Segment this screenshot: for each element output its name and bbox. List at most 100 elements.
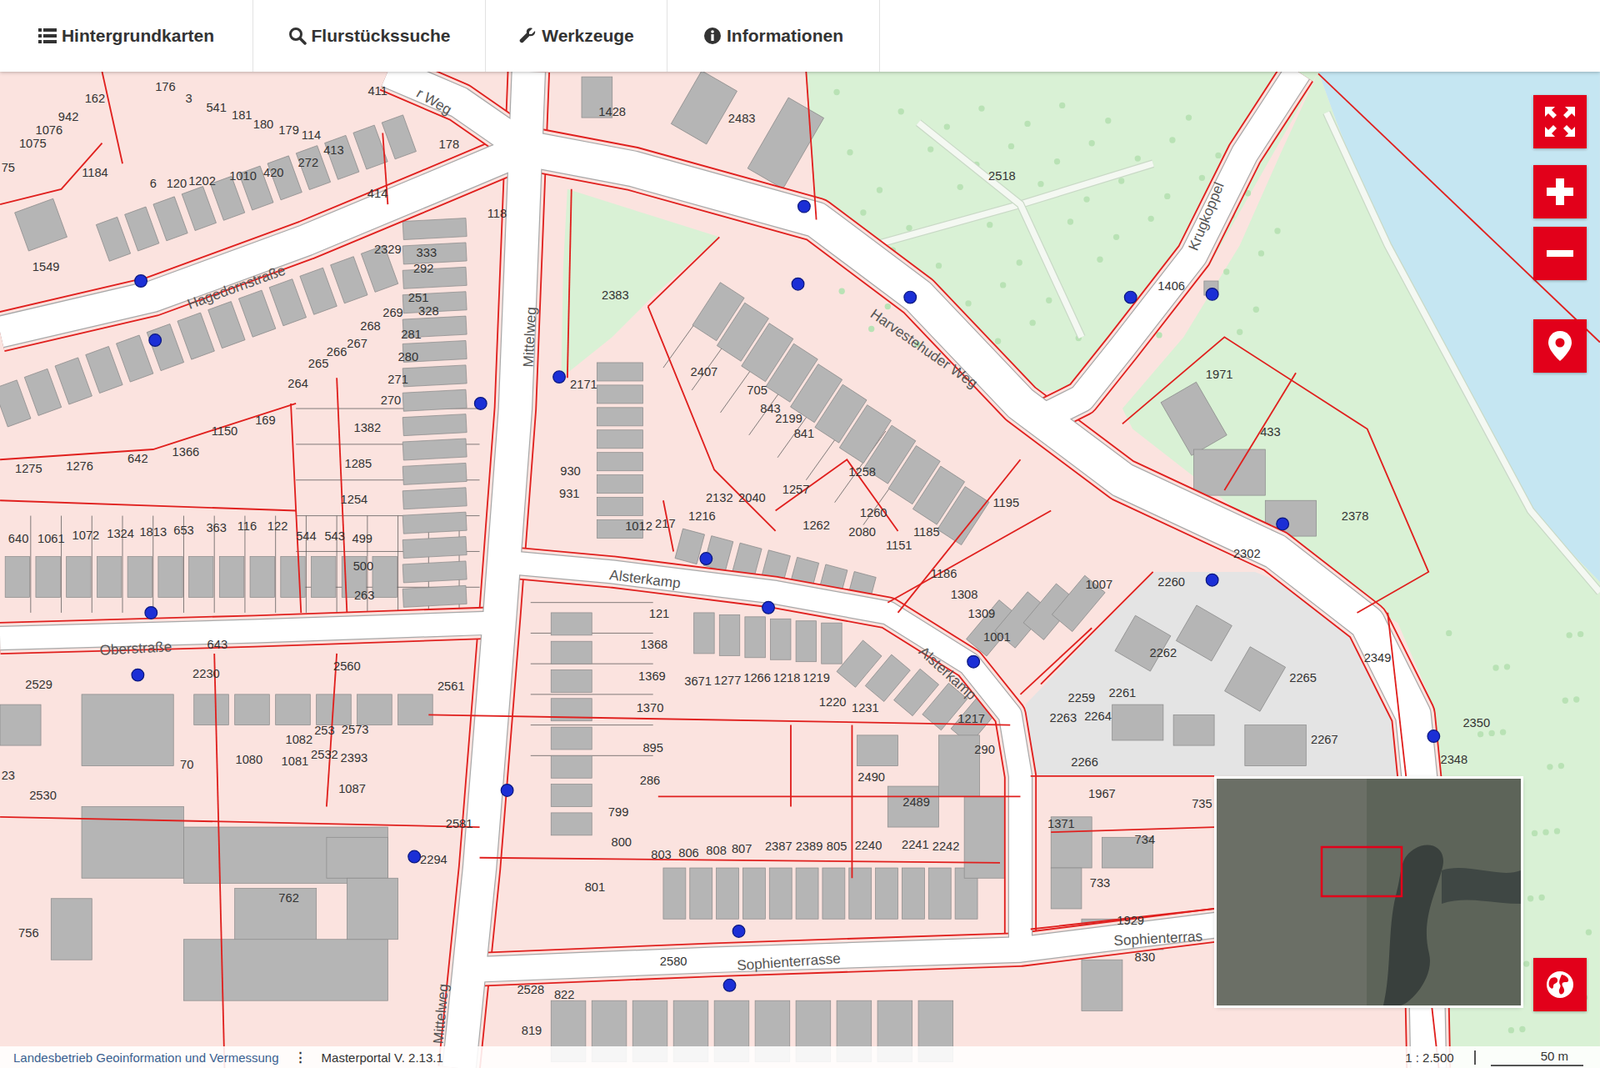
footpath: [1326, 112, 1600, 592]
tree: [1223, 268, 1230, 275]
provider-link[interactable]: Landesbetrieb Geoinformation und Vermess…: [13, 1050, 280, 1065]
menu-item[interactable]: Informationen: [667, 0, 880, 72]
geoportal: Hintergrundkarten Flurstückssuche Werkze…: [0, 0, 1600, 1068]
building: [1245, 725, 1306, 766]
parcel-boundary: [790, 725, 792, 807]
parcel-label: 803: [650, 847, 672, 861]
overview-map[interactable]: [1216, 778, 1521, 1005]
map-point[interactable]: [791, 277, 805, 290]
fullscreen-button[interactable]: [1533, 95, 1587, 149]
building: [35, 556, 60, 598]
zoom-in-button[interactable]: [1533, 165, 1587, 219]
map-point[interactable]: [1205, 573, 1219, 586]
parcel-label: 217: [655, 517, 676, 531]
map-point[interactable]: [500, 784, 514, 797]
parcel-label: 799: [608, 805, 630, 819]
footpath: [836, 163, 1154, 255]
map-point[interactable]: [145, 606, 158, 620]
parcel-label: 271: [387, 372, 409, 386]
map-point[interactable]: [700, 552, 713, 565]
building: [280, 556, 305, 598]
map-point[interactable]: [553, 370, 566, 384]
parcel-boundary: [102, 71, 123, 164]
map[interactable]: 1621763942541411181180179114107610754132…: [0, 71, 1600, 1068]
map-point[interactable]: [149, 334, 162, 347]
parcel-label: 541: [205, 100, 227, 115]
tree: [1523, 960, 1530, 966]
tree: [1546, 763, 1553, 770]
building: [183, 826, 388, 883]
parcel-label: 1262: [802, 518, 830, 532]
parcel-label: 162: [85, 91, 106, 105]
menu-item[interactable]: Hintergrundkarten: [0, 0, 254, 72]
map-point[interactable]: [798, 200, 811, 213]
map-point[interactable]: [408, 850, 421, 863]
street-label: Sophienterrasse: [736, 949, 842, 974]
map-point[interactable]: [904, 290, 917, 304]
map-point[interactable]: [131, 668, 145, 681]
parcel-label: 1061: [37, 531, 65, 545]
footer-menu-button[interactable]: ⋮: [294, 1049, 307, 1065]
parcel-label: 169: [255, 413, 276, 427]
parcel-label: 1075: [19, 136, 47, 150]
parcel-label: 269: [382, 305, 404, 320]
parcel-label: 1010: [229, 169, 257, 183]
scale-label: 1 : 2.500: [1405, 1050, 1475, 1065]
tree: [1215, 152, 1221, 159]
parcel-label: 822: [554, 987, 575, 1001]
parcel-label: 251: [408, 290, 430, 305]
menu-label: Informationen: [726, 25, 844, 46]
building: [402, 242, 467, 265]
parcel-boundary: [290, 403, 301, 613]
map-point[interactable]: [135, 275, 148, 288]
map-point[interactable]: [1276, 517, 1290, 530]
menu-item[interactable]: Flurstückssuche: [253, 0, 486, 72]
menu-item[interactable]: Werkzeuge: [485, 0, 668, 72]
parcel-boundary: [480, 857, 1000, 863]
building: [183, 939, 388, 1000]
building: [1175, 605, 1232, 661]
scale-bar: 50 m: [1490, 1048, 1584, 1066]
parcel-label: 1001: [983, 630, 1011, 644]
status-bar: Landesbetrieb Geoinformation und Vermess…: [0, 1045, 1600, 1068]
tree: [1008, 143, 1015, 150]
parcel-label: 2580: [660, 954, 688, 968]
zoom-out-button[interactable]: [1533, 226, 1587, 280]
tree: [1096, 256, 1103, 263]
building: [330, 256, 368, 304]
locate-button[interactable]: [1533, 319, 1587, 373]
parcel-label: 265: [308, 356, 330, 370]
building: [822, 867, 845, 919]
parcel-label: 895: [642, 740, 664, 755]
map-point[interactable]: [732, 925, 745, 938]
street-label: Mittelweg: [430, 982, 452, 1045]
map-point[interactable]: [1205, 288, 1219, 301]
parcel-label: 2265: [1289, 670, 1317, 685]
building: [194, 694, 230, 725]
tree: [1566, 631, 1573, 638]
map-point[interactable]: [762, 600, 775, 614]
parcel-boundary: [898, 459, 1021, 613]
parcel-label: 2262: [1150, 645, 1178, 660]
map-point[interactable]: [723, 978, 736, 991]
building: [1160, 381, 1227, 455]
parcel-label: 1258: [848, 465, 876, 479]
parcel-label: 1219: [802, 670, 830, 685]
overview-toggle-button[interactable]: [1533, 957, 1587, 1011]
building: [716, 867, 740, 919]
building: [55, 357, 92, 405]
parcel-label: 433: [1260, 425, 1281, 439]
parcel-label: 2241: [901, 837, 930, 851]
parcel-label: 1220: [819, 695, 847, 709]
tree: [846, 149, 853, 155]
map-point[interactable]: [967, 655, 980, 668]
footpath: [836, 163, 1154, 255]
parcel-label: 1266: [743, 670, 771, 685]
map-point[interactable]: [1124, 290, 1137, 304]
parcel-label: 2242: [932, 839, 960, 853]
parcel-label: 267: [346, 336, 368, 350]
building: [402, 462, 467, 485]
map-point[interactable]: [474, 397, 487, 410]
map-point[interactable]: [1427, 730, 1440, 743]
tree: [965, 300, 971, 306]
